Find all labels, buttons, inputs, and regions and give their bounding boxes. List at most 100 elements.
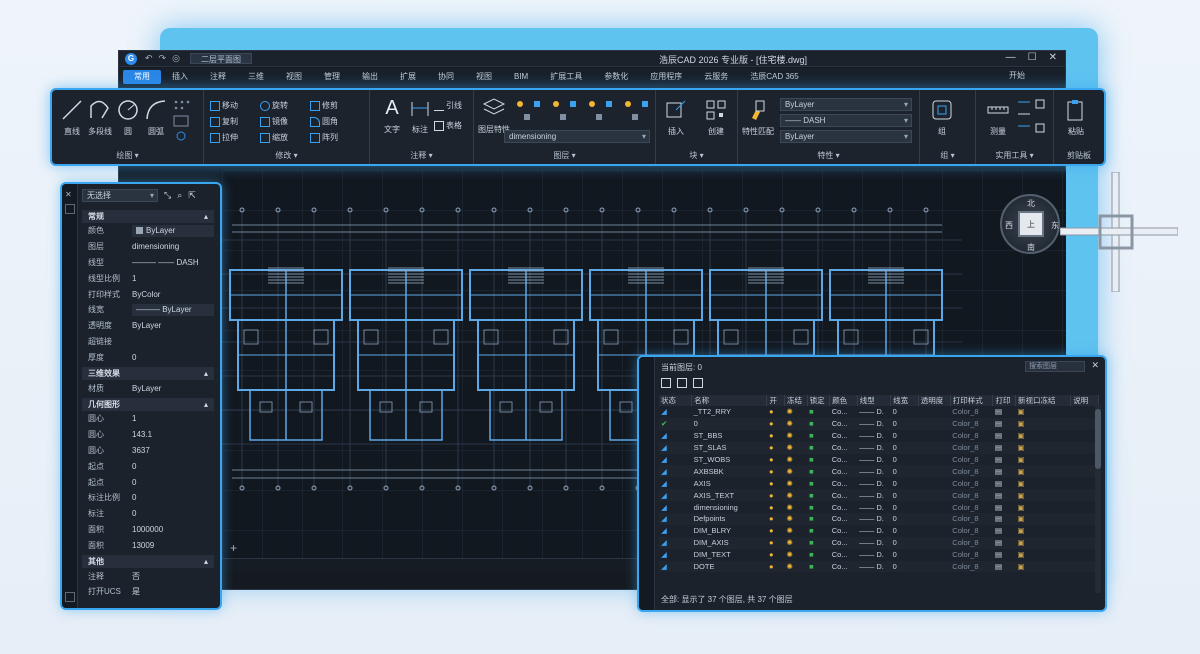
layer-blank[interactable] — [918, 430, 950, 442]
sun-thaw-icon[interactable]: ✺ — [785, 549, 808, 561]
layer-blank[interactable] — [918, 489, 951, 502]
selection-dropdown[interactable]: 无选择 — [82, 188, 158, 202]
ribbon-tab[interactable]: 三维 — [237, 70, 275, 84]
property-value[interactable]: ——— —— DASH — [132, 258, 214, 267]
layer-status-icon[interactable]: ◢ — [659, 549, 692, 561]
utility-extra-icons[interactable] — [1016, 98, 1050, 142]
printer-icon[interactable]: ▤ — [993, 454, 1016, 466]
layer-plot-style[interactable]: Color_8 — [950, 501, 993, 513]
layer-transparency[interactable]: 0 — [891, 430, 919, 442]
linetype-dropdown[interactable]: —— DASH — [780, 114, 912, 127]
sign-in-label[interactable]: 开始 — [1009, 70, 1025, 81]
layer-plot-style[interactable]: Color_8 — [950, 417, 993, 430]
bulb-on-icon[interactable]: ● — [766, 513, 785, 525]
layer-plot-style[interactable]: Color_8 — [950, 513, 993, 525]
property-row[interactable]: 注释 否 — [82, 568, 214, 584]
sun-thaw-icon[interactable]: ✺ — [784, 513, 808, 525]
layer-transparency[interactable]: 0 — [890, 417, 919, 430]
property-value[interactable]: 0 — [132, 353, 214, 362]
layer-linetype[interactable]: —— D. — [857, 536, 891, 549]
layer-color[interactable]: Co... — [829, 417, 858, 430]
layer-name[interactable]: DOTE — [691, 560, 767, 573]
viewport-freeze-icon[interactable]: ▣ — [1015, 465, 1071, 478]
layer-status-icon[interactable]: ◢ — [659, 477, 692, 489]
layer-color[interactable]: Co... — [829, 441, 858, 454]
viewport-freeze-icon[interactable]: ▣ — [1015, 489, 1071, 502]
property-section-header[interactable]: 常规 ▴ — [82, 210, 214, 223]
sun-thaw-icon[interactable]: ✺ — [784, 536, 808, 549]
properties-palette-strip[interactable]: ✕ — [62, 184, 78, 608]
unlock-icon[interactable]: ■ — [807, 501, 830, 513]
bulb-on-icon[interactable]: ● — [766, 465, 785, 478]
property-row[interactable]: 圆心 143.1 — [82, 427, 214, 443]
layer-column-header[interactable]: 打印样式 — [950, 395, 994, 406]
layer-blank[interactable] — [918, 417, 951, 430]
sun-thaw-icon[interactable]: ✺ — [785, 430, 808, 442]
property-row[interactable]: 面积 13009 — [82, 537, 214, 553]
sun-thaw-icon[interactable]: ✺ — [784, 441, 808, 454]
unlock-icon[interactable]: ■ — [807, 489, 830, 502]
document-tab[interactable]: 二层平面图 — [189, 53, 252, 64]
layer-name[interactable]: ST_SLAS — [691, 441, 767, 454]
layer-linetype[interactable]: —— D. — [857, 406, 890, 418]
maximize-button[interactable]: ☐ — [1028, 52, 1037, 63]
viewport-freeze-icon[interactable]: ▣ — [1016, 477, 1071, 489]
property-value[interactable]: 3637 — [132, 446, 214, 455]
close-button[interactable]: ✕ — [1049, 52, 1057, 63]
layer-status-icon[interactable]: ◢ — [659, 430, 692, 442]
property-row[interactable]: 图层 dimensioning — [82, 239, 214, 255]
printer-icon[interactable]: ▤ — [993, 406, 1016, 418]
ribbon-tab[interactable]: 扩展工具 — [539, 70, 593, 84]
ribbon-tab[interactable]: 视图 — [275, 70, 313, 84]
layer-plot-style[interactable]: Color_8 — [950, 454, 993, 466]
property-row[interactable]: 线型比例 1 — [82, 270, 214, 286]
viewport-freeze-icon[interactable]: ▣ — [1016, 454, 1071, 466]
layer-blank[interactable] — [918, 406, 950, 418]
property-row[interactable]: 标注比例 0 — [82, 490, 214, 506]
layer-transparency[interactable]: 0 — [891, 406, 919, 418]
layer-transparency[interactable]: 0 — [890, 465, 919, 478]
layer-state-icons[interactable] — [514, 98, 650, 124]
quick-select-icon[interactable]: ⤡ — [164, 190, 171, 201]
collapse-chevron-icon[interactable]: ▴ — [204, 369, 208, 378]
match-properties-tool[interactable]: 特性匹配 — [740, 98, 776, 137]
viewport-freeze-icon[interactable]: ▣ — [1015, 536, 1071, 549]
layer-linetype[interactable]: —— D. — [857, 477, 890, 489]
move-tool[interactable]: 移动 — [210, 100, 238, 111]
viewcube-north[interactable]: 北 — [1027, 198, 1035, 209]
property-value[interactable]: 1000000 — [132, 525, 214, 534]
close-icon[interactable]: ✕ — [65, 190, 75, 200]
unlock-icon[interactable]: ■ — [807, 417, 830, 430]
layer-blank[interactable] — [918, 560, 951, 573]
property-value[interactable]: 143.1 — [132, 430, 214, 439]
create-block-tool[interactable]: 创建 — [698, 98, 734, 137]
copy-tool[interactable]: 复制 — [210, 116, 238, 127]
layer-plot-style[interactable]: Color_8 — [950, 465, 993, 478]
viewcube-east[interactable]: 东 — [1051, 220, 1059, 231]
layer-linetype[interactable]: —— D. — [857, 525, 890, 537]
delete-layer-icon[interactable] — [693, 378, 703, 388]
layer-linetype[interactable]: —— D. — [857, 513, 891, 525]
table-row[interactable]: ◢ ST_WOBS ● ✺ ■ Co... —— D. 0 Color_8 ▤ ▣ — [659, 454, 1099, 466]
layer-name[interactable]: ST_WOBS — [692, 454, 767, 466]
leader-tool[interactable]: 引线 — [434, 100, 462, 111]
collapse-chevron-icon[interactable]: ▴ — [204, 212, 208, 221]
table-row[interactable]: ◢ ST_BBS ● ✺ ■ Co... —— D. 0 Color_8 ▤ ▣ — [659, 430, 1099, 442]
table-row[interactable]: ◢ DIM_TEXT ● ✺ ■ Co... —— D. 0 Color_8 ▤ ▣ — [659, 549, 1099, 561]
property-section-header[interactable]: 三维效果 ▴ — [82, 367, 214, 381]
viewcube[interactable]: 上 北 西 东 南 — [1000, 194, 1060, 254]
bulb-on-icon[interactable]: ● — [766, 441, 785, 454]
table-row[interactable]: ◢ Defpoints ● ✺ ■ Co... —— D. 0 Color_8 ▤ ▣ — [659, 513, 1099, 525]
viewport-freeze-icon[interactable]: ▣ — [1016, 501, 1071, 513]
layer-column-header[interactable]: 线宽 — [890, 395, 919, 406]
property-value[interactable]: 0 — [132, 493, 214, 502]
bulb-on-icon[interactable]: ● — [767, 477, 785, 489]
layer-transparency[interactable]: 0 — [890, 536, 919, 549]
layer-name[interactable]: DIM_TEXT — [692, 549, 767, 561]
property-row[interactable]: 起点 0 — [82, 458, 214, 474]
property-value[interactable]: ——— ByLayer — [132, 303, 214, 316]
bulb-on-icon[interactable]: ● — [767, 525, 785, 537]
property-row[interactable]: 圆心 1 — [82, 411, 214, 427]
layer-transparency[interactable]: 0 — [891, 454, 919, 466]
layer-name[interactable]: AXIS — [692, 477, 767, 489]
